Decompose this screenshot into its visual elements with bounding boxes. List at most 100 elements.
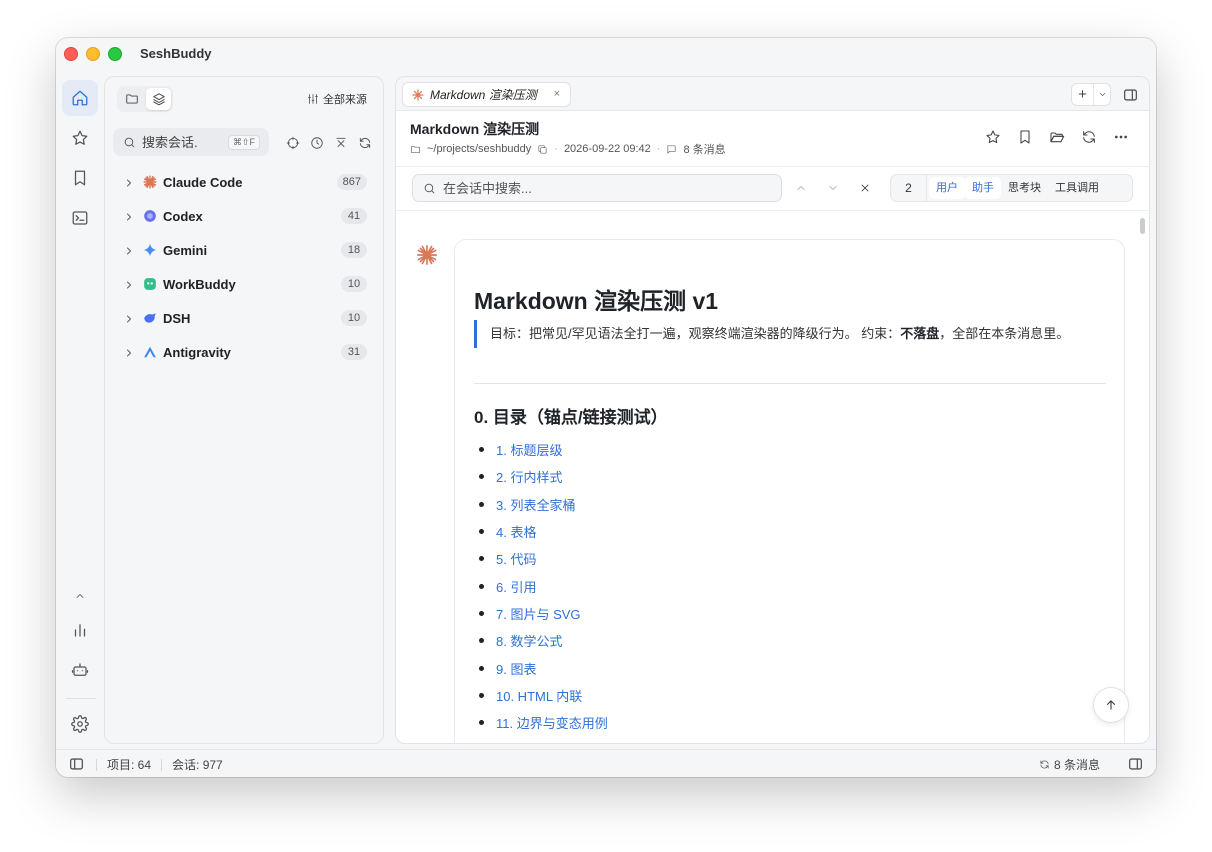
chevron-right-icon	[123, 244, 135, 256]
toc-link[interactable]: 10. HTML 内联	[496, 686, 582, 705]
terminal-button[interactable]	[62, 200, 98, 236]
divider	[96, 758, 97, 771]
sync-icon	[1040, 760, 1049, 769]
filter-tool-calls[interactable]: 工具调用	[1048, 177, 1106, 199]
dsh-logo-icon	[143, 311, 157, 325]
stats-button[interactable]	[62, 612, 98, 648]
agents-button[interactable]	[62, 652, 98, 688]
new-tab-group: +	[1071, 83, 1111, 106]
antigravity-logo-icon	[143, 345, 157, 359]
settings-button[interactable]	[62, 706, 98, 742]
sliders-icon	[308, 94, 318, 104]
locate-button[interactable]	[285, 135, 300, 150]
close-window-button[interactable]	[64, 47, 78, 61]
divider	[474, 383, 1106, 384]
panel-right-icon	[1128, 758, 1143, 770]
more-button[interactable]	[1113, 129, 1129, 145]
bookmark-button[interactable]	[1017, 129, 1033, 145]
toc-link[interactable]: 6. 引用	[496, 577, 536, 596]
toc-list: 1. 标题层级 2. 行内样式 3. 列表全家桶 4. 表格 5. 代码 6. …	[479, 436, 608, 736]
collapse-up-button[interactable]	[62, 578, 98, 614]
terminal-icon	[72, 211, 88, 225]
toggle-panel-button[interactable]	[1123, 88, 1138, 106]
source-filter-button[interactable]: 全部来源	[307, 91, 367, 107]
session-message-count: 8 条消息	[683, 144, 726, 156]
favorites-button[interactable]	[62, 120, 98, 156]
open-folder-button[interactable]	[1049, 129, 1065, 145]
filter-user[interactable]: 用户	[929, 177, 965, 199]
source-count: 10	[341, 310, 367, 326]
gear-icon	[71, 715, 89, 733]
zoom-window-button[interactable]	[108, 47, 122, 61]
layers-icon	[152, 93, 165, 106]
collapse-icon	[335, 137, 346, 147]
toc-link[interactable]: 3. 列表全家桶	[496, 495, 575, 514]
filter-assistant[interactable]: 助手	[965, 177, 1001, 199]
bookmarks-button[interactable]	[62, 160, 98, 196]
find-next-button[interactable]	[826, 181, 840, 195]
source-item-codex[interactable]: Codex 41	[113, 199, 375, 233]
claude-logo-icon	[412, 88, 424, 101]
source-item-claude-code[interactable]: Claude Code 867	[113, 165, 375, 199]
find-close-button[interactable]	[858, 181, 872, 195]
session-search-input[interactable]	[142, 134, 222, 150]
copy-icon[interactable]	[537, 144, 548, 155]
toggle-right-panel-button[interactable]	[1128, 758, 1143, 773]
activity-bar	[56, 78, 104, 749]
favorite-button[interactable]	[985, 129, 1001, 145]
bar-chart-icon	[74, 624, 86, 637]
toc-link[interactable]: 5. 代码	[496, 549, 536, 568]
refresh-icon	[359, 137, 370, 148]
sidebar-search[interactable]: ⌘⇧F	[113, 128, 269, 156]
tab-close-button[interactable]: ×	[554, 88, 560, 100]
toc-link[interactable]: 2. 行内样式	[496, 467, 562, 486]
recent-button[interactable]	[309, 135, 324, 150]
reload-button[interactable]	[1081, 129, 1097, 145]
match-count: 2	[891, 175, 927, 201]
new-tab-button[interactable]: +	[1072, 84, 1094, 105]
find-field[interactable]	[412, 174, 782, 202]
tab-session[interactable]: Markdown 渲染压测 ×	[402, 82, 571, 107]
toc-link[interactable]: 8. 数学公式	[496, 631, 562, 650]
minimize-window-button[interactable]	[86, 47, 100, 61]
chevron-up-icon	[76, 594, 84, 598]
folder-view-button[interactable]	[119, 88, 144, 110]
gemini-logo-icon	[143, 243, 157, 257]
source-view-button[interactable]	[146, 88, 171, 110]
scrollbar[interactable]	[1140, 218, 1145, 234]
chevron-right-icon	[123, 278, 135, 290]
project-count: 项目: 64	[107, 758, 152, 772]
toc-link[interactable]: 7. 图片与 SVG	[496, 604, 581, 623]
chevron-right-icon	[123, 210, 135, 222]
session-count: 会话: 977	[172, 758, 223, 772]
scroll-to-top-button[interactable]	[1093, 687, 1129, 723]
filter-thinking[interactable]: 思考块	[1001, 177, 1048, 199]
find-input[interactable]	[443, 180, 763, 196]
list-item: 10. HTML 内联	[479, 682, 608, 709]
role-filter-group: 2 用户 助手 思考块 工具调用	[890, 174, 1133, 202]
source-name: Gemini	[163, 242, 208, 258]
find-prev-button[interactable]	[794, 181, 808, 195]
toc-link[interactable]: 1. 标题层级	[496, 440, 562, 459]
toc-link[interactable]: 9. 图表	[496, 659, 536, 678]
message-scroll-area[interactable]: Markdown 渲染压测 v1 目标：把常见/罕见语法全打一遍，观察终端渲染器…	[396, 212, 1149, 743]
source-count: 31	[341, 344, 367, 360]
toc-link[interactable]: 11. 边界与变态用例	[496, 713, 608, 732]
app-window: SeshBuddy 全部来源 搜索会话. ⌘⇧F Claude Code 867…	[56, 38, 1156, 777]
status-message-count: 8 条消息	[1039, 756, 1100, 773]
tab-title: Markdown 渲染压测	[430, 88, 537, 102]
refresh-button[interactable]	[357, 135, 372, 150]
status-bar: 项目: 64 会话: 977 8 条消息	[56, 749, 1156, 777]
list-item: 9. 图表	[479, 654, 608, 681]
home-button[interactable]	[62, 80, 98, 116]
source-item-antigravity[interactable]: Antigravity 31	[113, 335, 375, 369]
toggle-sidebar-button[interactable]	[69, 758, 84, 773]
toc-heading: 0. 目录（锚点/链接测试）	[474, 408, 668, 427]
source-item-workbuddy[interactable]: WorkBuddy 10	[113, 267, 375, 301]
new-tab-dropdown[interactable]	[1094, 90, 1110, 99]
toc-link[interactable]: 4. 表格	[496, 522, 536, 541]
collapse-all-button[interactable]	[333, 135, 348, 150]
source-item-gemini[interactable]: Gemini 18	[113, 233, 375, 267]
list-item: 4. 表格	[479, 518, 608, 545]
source-item-dsh[interactable]: DSH 10	[113, 301, 375, 335]
